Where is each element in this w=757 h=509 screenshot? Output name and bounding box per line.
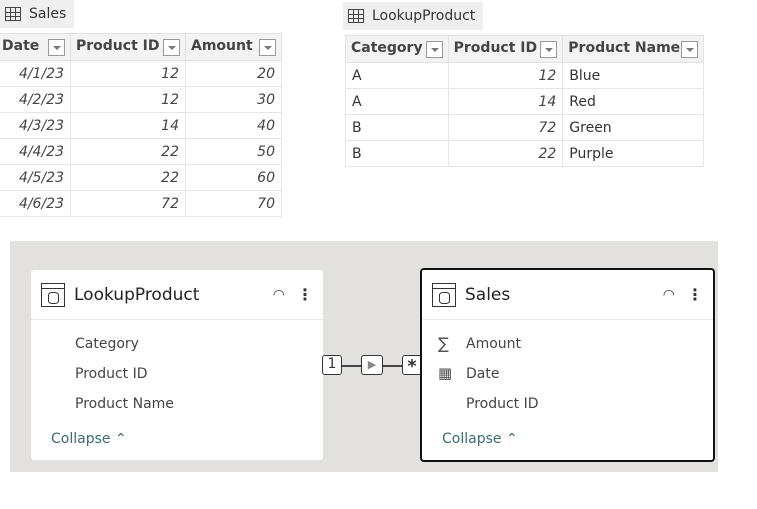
calendar-icon: ▦ [438, 364, 453, 382]
table-cell: Blue [562, 62, 704, 89]
lookupproduct-card[interactable]: LookupProduct ◠ ⋮ Category Product ID Prod… [31, 270, 323, 460]
column-header[interactable]: Product Name [562, 35, 704, 63]
field-category[interactable]: Category [75, 336, 139, 352]
table-cell: 70 [185, 190, 282, 217]
field-amount[interactable]: Amount [466, 336, 521, 352]
table-cell: 40 [185, 112, 282, 139]
table-cell: 22 [447, 140, 564, 167]
table-cell: 30 [185, 86, 282, 113]
table-icon [432, 282, 456, 307]
field-date[interactable]: Date [466, 366, 499, 382]
field-product-name[interactable]: Product Name [75, 396, 174, 412]
table-cell: 4/1/23 [0, 60, 71, 87]
header-label: Product ID [76, 38, 160, 54]
more-options-icon[interactable]: ⋮ [297, 285, 313, 304]
model-diagram: LookupProduct ◠ ⋮ Category Product ID Prod… [10, 241, 718, 472]
table-icon [348, 9, 364, 23]
sales-card[interactable]: Sales ◠ ⋮ ∑ Amount ▦ Date Product ID Colla… [420, 268, 715, 462]
table-cell: Purple [562, 140, 704, 167]
header-label: Amount [191, 38, 253, 54]
table-row: 4/4/23 22 50 [0, 138, 282, 165]
more-options-icon[interactable]: ⋮ [687, 285, 703, 304]
filter-direction-icon: ▶ [361, 355, 383, 375]
table-cell: 50 [185, 138, 282, 165]
header-label: Product Name [568, 40, 681, 56]
table-cell: Green [562, 114, 704, 141]
table-cell: 4/2/23 [0, 86, 71, 113]
table-cell: 4/6/23 [0, 190, 71, 217]
column-header[interactable]: Category [345, 35, 449, 63]
table-cell: 20 [185, 60, 282, 87]
table-cell: 4/5/23 [0, 164, 71, 191]
table-cell: 4/3/23 [0, 112, 71, 139]
table-row: 4/2/23 12 30 [0, 86, 282, 113]
filter-dropdown-icon[interactable] [163, 39, 180, 56]
table-row: 4/6/23 72 70 [0, 190, 282, 217]
collapse-button[interactable]: Collapse ⌃ [442, 431, 518, 447]
lookup-table: Category Product ID Product Name A 12 Blue A 14… [345, 35, 704, 167]
eye-icon[interactable]: ◠ [663, 287, 675, 303]
table-cell: 14 [447, 88, 564, 115]
table-row: B 72 Green [345, 114, 704, 141]
table-cell: 72 [70, 190, 186, 217]
card-title: Sales [465, 284, 511, 305]
header-row: Date Product ID Amount [0, 33, 282, 61]
table-row: 4/5/23 22 60 [0, 164, 282, 191]
header-label: Date [2, 38, 40, 54]
table-icon [41, 282, 65, 307]
column-header[interactable]: Product ID [70, 33, 186, 61]
eye-icon[interactable]: ◠ [273, 287, 285, 303]
card-title: LookupProduct [74, 284, 200, 305]
table-cell: 22 [70, 164, 186, 191]
table-cell: 4/4/23 [0, 138, 71, 165]
field-product-id[interactable]: Product ID [466, 396, 539, 412]
filter-dropdown-icon[interactable] [681, 41, 698, 58]
table-cell: A [345, 62, 449, 89]
cardinality-many: * [402, 355, 422, 377]
table-row: A 14 Red [345, 88, 704, 115]
tab-label: Sales [29, 6, 67, 22]
filter-dropdown-icon[interactable] [540, 41, 558, 58]
filter-dropdown-icon[interactable] [425, 41, 443, 58]
sales-table: Date Product ID Amount 4/1/23 12 20 4/2/23 12 30… [0, 33, 282, 217]
filter-dropdown-icon[interactable] [259, 39, 276, 56]
table-row: 4/3/23 14 40 [0, 112, 282, 139]
table-cell: Red [562, 88, 704, 115]
column-header[interactable]: Date [0, 33, 71, 61]
table-cell: 12 [70, 86, 186, 113]
header-label: Category [351, 40, 423, 56]
table-cell: B [345, 114, 449, 141]
header-row: Category Product ID Product Name [345, 35, 704, 63]
sigma-icon: ∑ [438, 334, 449, 353]
field-product-id[interactable]: Product ID [75, 366, 148, 382]
tab-lookupproduct[interactable]: LookupProduct [343, 2, 484, 30]
table-cell: A [345, 88, 449, 115]
column-header[interactable]: Amount [185, 33, 282, 61]
table-cell: B [345, 140, 449, 167]
table-row: A 12 Blue [345, 62, 704, 89]
collapse-button[interactable]: Collapse ⌃ [51, 431, 127, 447]
table-cell: 22 [70, 138, 186, 165]
table-cell: 72 [447, 114, 564, 141]
filter-dropdown-icon[interactable] [48, 39, 65, 56]
cardinality-one: 1 [322, 355, 342, 375]
table-cell: 14 [70, 112, 186, 139]
table-cell: 12 [70, 60, 186, 87]
table-row: B 22 Purple [345, 140, 704, 167]
column-header[interactable]: Product ID [447, 35, 564, 63]
tab-label: LookupProduct [372, 8, 476, 24]
header-label: Product ID [453, 40, 538, 56]
table-icon [5, 7, 21, 21]
table-row: 4/1/23 12 20 [0, 60, 282, 87]
table-cell: 60 [185, 164, 282, 191]
tab-sales[interactable]: Sales [0, 0, 75, 28]
table-cell: 12 [447, 62, 564, 89]
